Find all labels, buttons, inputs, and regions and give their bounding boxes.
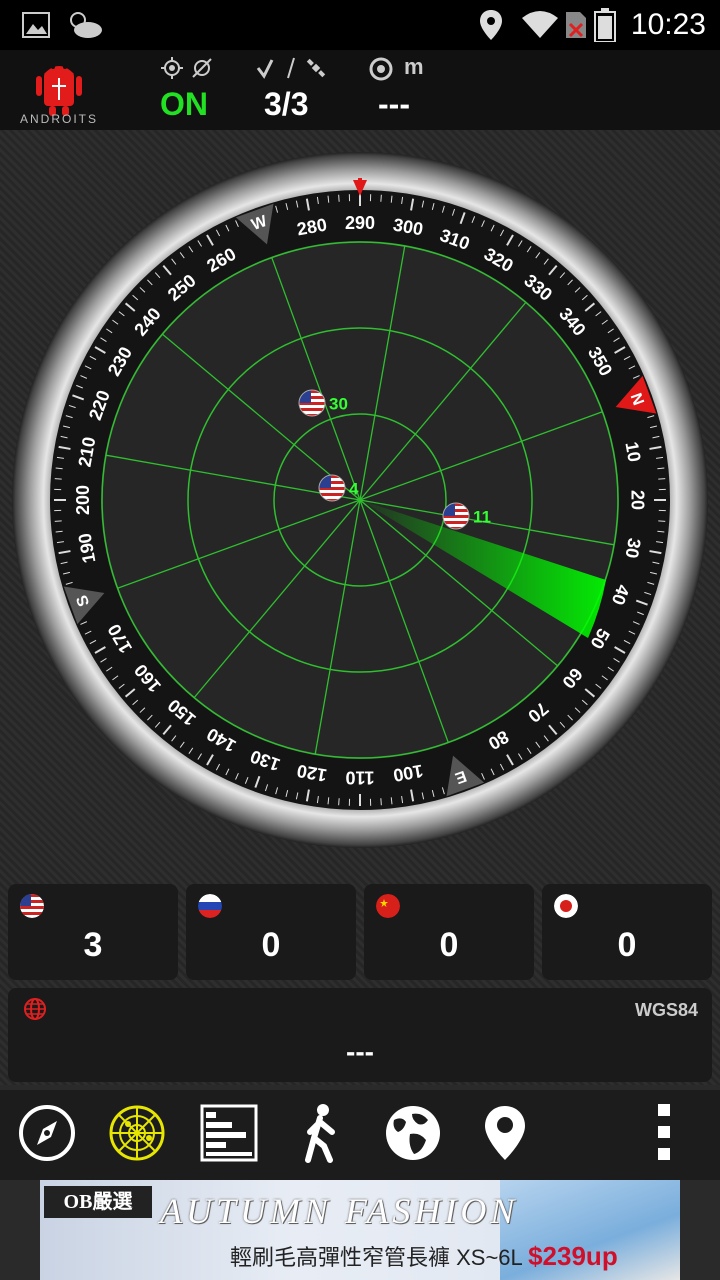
satellites-used-icon xyxy=(256,57,326,79)
china-flag-icon xyxy=(376,894,400,918)
ad-title: AUTUMN FASHION xyxy=(160,1191,519,1231)
accuracy-unit: m xyxy=(404,54,424,79)
ad-price: $239up xyxy=(528,1241,618,1271)
satellite-id: 30 xyxy=(329,394,348,413)
satellite-id: 11 xyxy=(473,507,491,526)
walking-icon[interactable] xyxy=(290,1102,352,1164)
map-pin-icon[interactable] xyxy=(474,1102,536,1164)
satellite-marker[interactable]: 4 xyxy=(318,474,359,502)
ad-banner[interactable]: OB嚴選 AUTUMN FASHION 輕刷毛高彈性窄管長褲 XS~6L $23… xyxy=(40,1180,680,1280)
gps-toggle-icon xyxy=(161,57,212,79)
compass-icon[interactable] xyxy=(16,1102,78,1164)
degree-label: 10 xyxy=(621,440,644,463)
coordinates-value: --- xyxy=(346,1036,374,1067)
satellites-used-value: 3/3 xyxy=(264,86,309,122)
russia-count: 0 xyxy=(261,926,281,964)
logo-text: ANDROITS xyxy=(20,112,99,126)
constellation-card-russia[interactable]: 0 xyxy=(186,884,356,980)
location-icon xyxy=(480,10,502,40)
constellation-card-usa[interactable]: 3 xyxy=(8,884,178,980)
ad-subtitle: 輕刷毛高彈性窄管長褲 XS~6L $239up xyxy=(230,1240,618,1272)
gallery-notification-icon xyxy=(22,12,50,38)
usa-count: 3 xyxy=(83,926,103,964)
heading-marker-stem xyxy=(358,178,362,186)
no-sim-icon xyxy=(566,12,586,38)
status-bar: 10:23 xyxy=(0,0,720,50)
position-card[interactable]: WGS84 --- xyxy=(8,988,712,1082)
datum-label: WGS84 xyxy=(634,1000,698,1020)
usa-flag-icon xyxy=(20,894,44,918)
satellite-radar[interactable]: 280 290 300 3103203303403501020304050607080… xyxy=(10,150,710,850)
clock: 10:23 xyxy=(630,8,706,41)
degree-label: 200 xyxy=(73,485,93,515)
japan-flag-icon xyxy=(554,894,578,918)
degree-label: 290 xyxy=(345,213,375,233)
satellite-id: 4 xyxy=(349,479,359,498)
weather-icon xyxy=(70,12,102,38)
gps-status-value[interactable]: ON xyxy=(160,86,208,123)
russia-flag-icon xyxy=(198,894,222,918)
degree-label: 110 xyxy=(345,767,374,787)
accuracy-icon xyxy=(369,57,393,81)
degree-label: 20 xyxy=(627,490,647,510)
radar-icon[interactable] xyxy=(106,1102,168,1164)
wifi-icon xyxy=(522,11,558,38)
accuracy-value: --- xyxy=(378,86,410,122)
degree-label: 30 xyxy=(621,537,644,560)
ad-product: 輕刷毛高彈性窄管長褲 XS~6L xyxy=(230,1245,522,1270)
ad-brand-logo: OB嚴選 xyxy=(44,1186,152,1218)
constellation-card-china[interactable]: 0 xyxy=(364,884,534,980)
constellation-card-japan[interactable]: 0 xyxy=(542,884,712,980)
china-count: 0 xyxy=(439,926,459,964)
japan-count: 0 xyxy=(617,926,637,964)
more-menu-icon[interactable] xyxy=(644,1102,684,1164)
bottom-toolbar xyxy=(0,1090,720,1180)
signal-bars-icon[interactable] xyxy=(198,1102,260,1164)
battery-icon xyxy=(594,8,616,42)
globe-icon[interactable] xyxy=(382,1102,444,1164)
gps-info-bar: ANDROITS ON 3/3 m --- xyxy=(0,50,720,130)
globe-red-icon xyxy=(24,998,46,1020)
